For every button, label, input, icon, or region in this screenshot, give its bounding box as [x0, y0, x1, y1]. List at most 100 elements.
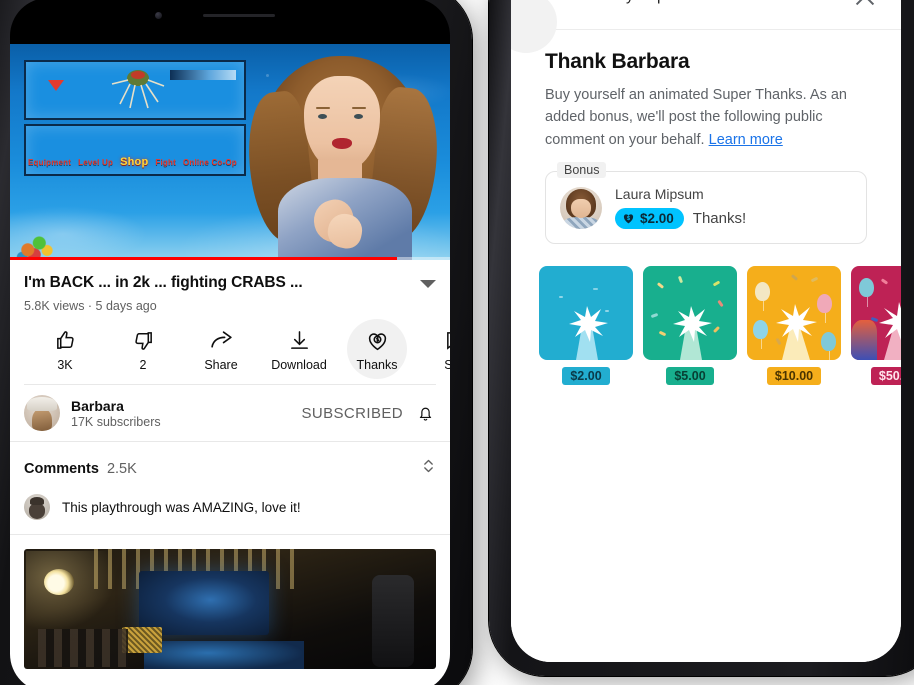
status-badge: $ $2.00 — [615, 208, 684, 230]
speaker-tower — [372, 575, 414, 667]
game-menu-item: Fight — [155, 158, 176, 167]
eye-shape — [318, 114, 327, 119]
screenshot-stage: Fortune Equipment Level Up Shop Fight Online… — [0, 0, 914, 685]
subscribe-button[interactable]: SUBSCRIBED — [301, 405, 403, 422]
balloon-icon — [859, 278, 874, 308]
firework-burst-icon — [879, 302, 901, 361]
avatar[interactable] — [24, 395, 60, 431]
comment-item[interactable]: This playthrough was AMAZING, love it! — [10, 492, 450, 535]
tier-price-tag: $5.00 — [666, 367, 714, 386]
bonus-comment-card: Laura Mipsum $ $2.00 Thanks! — [545, 171, 867, 245]
video-stats: 5.8K views · 5 days ago — [24, 299, 157, 313]
sheet-header: Buy Super Thanks — [511, 0, 901, 53]
firework-burst-icon — [673, 306, 712, 361]
bonus-message: Thanks! — [692, 210, 747, 228]
close-x-icon[interactable] — [851, 0, 879, 10]
bonus-badge-label: Bonus — [557, 162, 607, 179]
heart-dollar-icon: $ — [623, 214, 634, 224]
avatar[interactable] — [24, 494, 50, 520]
channel-row[interactable]: Barbara 17K subscribers SUBSCRIBED — [10, 385, 450, 442]
right-phone-device: Buy Super Thanks Thank Barbara Buy yours… — [489, 0, 914, 676]
earpiece-speaker-icon — [202, 14, 275, 17]
mouth-shape — [332, 138, 352, 149]
balloon-icon — [821, 332, 836, 361]
game-healthbar — [170, 70, 236, 80]
next-video-thumbnail[interactable] — [24, 549, 436, 669]
bonus-comment-lines: Laura Mipsum $ $2.00 Thanks! — [615, 186, 852, 230]
heart-dollar-icon — [338, 325, 416, 355]
confetti-icon — [790, 274, 799, 282]
sort-chevrons-icon[interactable] — [421, 455, 436, 482]
confetti-icon — [880, 278, 889, 286]
eyebrow-shape — [352, 107, 366, 109]
dislike-button[interactable]: 2 — [104, 325, 182, 372]
bonus-author-name: Laura Mipsum — [615, 186, 704, 203]
badge-amount: $2.00 — [640, 211, 674, 227]
tv-reflection — [144, 641, 304, 669]
save-button[interactable]: Sav — [416, 325, 450, 372]
video-title: I'm BACK ... in 2k ... fighting CRABS ..… — [24, 274, 303, 291]
share-label: Share — [204, 358, 238, 372]
right-phone-bezel: Buy Super Thanks Thank Barbara Buy yours… — [511, 0, 901, 662]
tv-screen — [139, 571, 269, 635]
video-action-bar: 3K 2 Share Download Thanks S — [24, 319, 450, 385]
shelf-gear — [38, 629, 128, 667]
confetti-icon — [593, 288, 598, 291]
confetti-icon — [712, 280, 721, 287]
page-title: Thank Barbara — [545, 50, 690, 73]
game-menu-item: Online Co-Op — [182, 158, 237, 167]
game-menu-item-shop: Shop — [120, 156, 149, 168]
video-progress-bar[interactable] — [10, 257, 450, 260]
tier-price-tag: $2.00 — [562, 367, 610, 386]
save-playlist-icon — [416, 325, 450, 355]
comments-label: Comments — [24, 460, 99, 477]
tier-card[interactable]: $10.00 — [747, 266, 841, 386]
share-button[interactable]: Share — [182, 325, 260, 372]
eye-shape — [354, 114, 363, 119]
confetti-icon — [677, 276, 684, 284]
subscriber-count: 17K subscribers — [71, 414, 161, 429]
like-button[interactable]: 3K — [26, 325, 104, 372]
chevron-down-icon[interactable] — [420, 280, 436, 288]
tier-card[interactable]: $2.00 — [539, 266, 633, 386]
channel-meta: Barbara 17K subscribers — [71, 398, 290, 429]
tier-card-list: $2.00 $5.00 $10.00 $50 — [511, 244, 901, 386]
save-label: Sav — [444, 358, 450, 372]
creator-on-camera — [242, 50, 444, 260]
tier-card[interactable]: $50.00 — [851, 266, 901, 386]
eyebrow-shape — [316, 107, 330, 109]
tier-price-tag: $50.00 — [870, 367, 901, 386]
tier-card[interactable]: $5.00 — [643, 266, 737, 386]
game-marker-icon — [48, 80, 64, 91]
learn-more-link[interactable]: Learn more — [709, 132, 783, 148]
confetti-icon — [810, 277, 819, 283]
thumbs-down-icon — [104, 325, 182, 355]
download-icon — [260, 325, 338, 355]
bonus-preview: Bonus Laura Mipsum $ $2.00 Thanks! — [545, 162, 867, 245]
channel-name: Barbara — [71, 397, 124, 414]
left-phone-bezel: Fortune Equipment Level Up Shop Fight Online… — [10, 0, 450, 685]
confetti-icon — [717, 300, 724, 308]
game-overlay-panel-top: Fortune — [24, 60, 246, 120]
video-player[interactable]: Fortune Equipment Level Up Shop Fight Online… — [10, 44, 450, 260]
bonus-comment-row: $ $2.00 Thanks! — [615, 208, 852, 230]
avatar — [560, 186, 602, 229]
download-button[interactable]: Download — [260, 325, 338, 372]
notification-bell-icon[interactable] — [414, 404, 436, 423]
tier-artwork — [643, 266, 737, 361]
front-camera-icon — [155, 12, 163, 19]
game-menu-item: Equipment — [28, 158, 72, 167]
thanks-button[interactable]: Thanks — [338, 319, 416, 379]
sheet-body: Thank Barbara Buy yourself an animated S… — [511, 30, 901, 245]
comments-header[interactable]: Comments 2.5K — [10, 442, 450, 492]
video-title-row[interactable]: I'm BACK ... in 2k ... fighting CRABS ..… — [24, 274, 436, 292]
thumbs-up-icon — [26, 325, 104, 355]
dislike-count: 2 — [139, 358, 147, 372]
game-overlay-panel-bottom — [24, 124, 246, 176]
sheet-description: Buy yourself an animated Super Thanks. A… — [545, 84, 867, 151]
tier-artwork — [851, 266, 901, 361]
firework-burst-icon — [569, 306, 608, 361]
confetti-icon — [656, 282, 665, 290]
share-arrow-icon — [182, 325, 260, 355]
game-menu-item: Level Up — [78, 158, 114, 167]
